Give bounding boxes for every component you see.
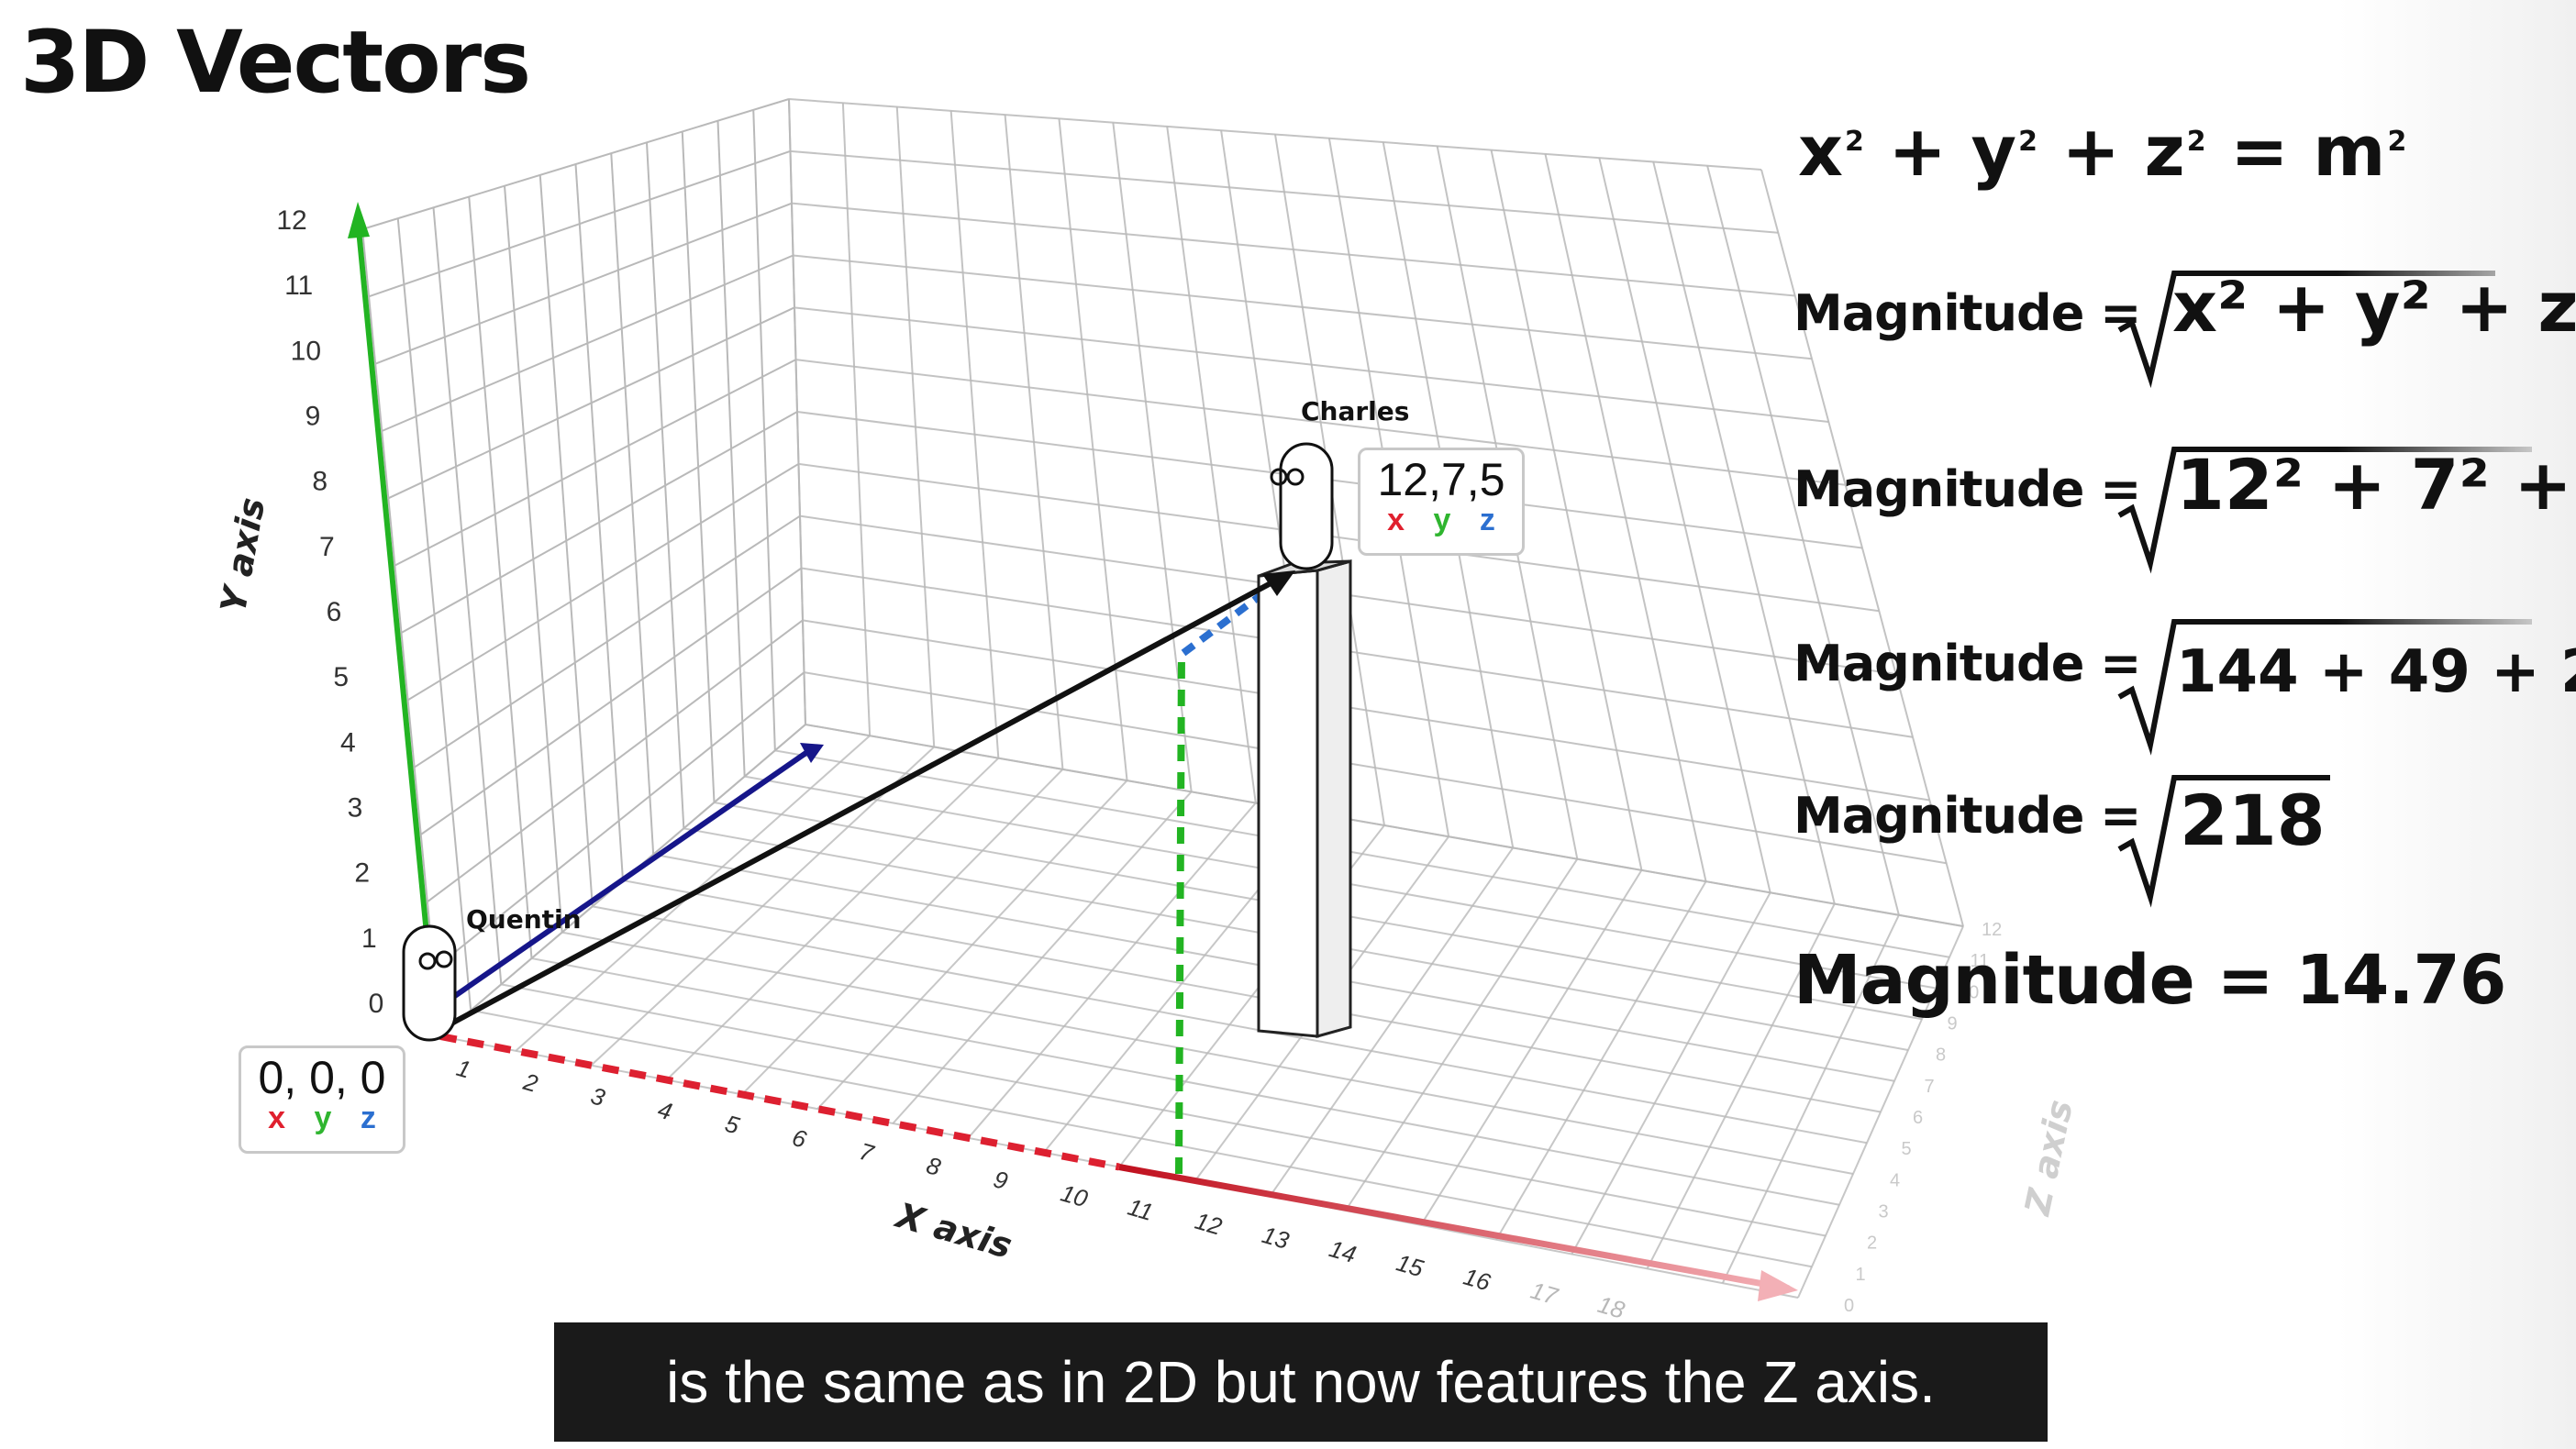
y-tick-label: 8 xyxy=(312,467,328,497)
x-tick-label: 4 xyxy=(655,1095,675,1125)
z-tick-label: 8 xyxy=(1936,1045,1946,1066)
floor-gridline xyxy=(1571,891,1771,1255)
x-tick-label: 9 xyxy=(991,1165,1011,1195)
quentin-character xyxy=(402,924,457,1042)
x-tick-label: 7 xyxy=(856,1137,878,1167)
equation-row-3-radicand: 144 + 49 + 25 xyxy=(2176,638,2576,706)
z-tick-label: 3 xyxy=(1879,1202,1889,1222)
magnitude-formula: x2 + y2 + z2 = m2 xyxy=(1798,110,2407,192)
x-tick-label: 3 xyxy=(588,1081,609,1112)
z-tick-label: 12 xyxy=(1982,920,2002,940)
z-tick-label: 2 xyxy=(1867,1233,1877,1254)
z-tick-label: 6 xyxy=(1913,1108,1923,1128)
x-tick-label: 18 xyxy=(1594,1290,1628,1324)
x-tick-label: 12 xyxy=(1192,1207,1226,1241)
y-tick-label: 7 xyxy=(319,532,335,562)
floor-gridline xyxy=(967,802,1257,1139)
z-direction-vector xyxy=(448,749,809,1002)
floor-gridline xyxy=(1344,858,1579,1211)
back-wall-gridline xyxy=(1544,153,1707,882)
x-tick-label: 5 xyxy=(722,1110,743,1140)
y-tick-label: 6 xyxy=(327,597,342,627)
side-wall-gridline xyxy=(468,196,533,959)
floor-gridline xyxy=(741,769,1064,1096)
charles-character xyxy=(1279,442,1334,570)
pillar-side xyxy=(1316,559,1352,1038)
side-wall-gridline xyxy=(361,228,441,1037)
y-tick-label: 11 xyxy=(284,271,313,301)
origin-coordinate-box: 0, 0, 0 x y z xyxy=(239,1045,405,1154)
back-wall-gridline xyxy=(895,106,936,747)
side-wall-gridline xyxy=(681,131,716,803)
y-tick-label: 4 xyxy=(340,727,356,758)
side-wall-gridline xyxy=(504,185,563,933)
x-tick-label: 1 xyxy=(453,1054,473,1084)
y-tick-label: 9 xyxy=(305,402,321,432)
back-wall-gridline xyxy=(949,110,1000,758)
x-tick-label: 2 xyxy=(520,1067,542,1098)
z-tick-label: 5 xyxy=(1902,1139,1912,1159)
x-tick-label: 11 xyxy=(1125,1193,1156,1226)
grid-canvas: 01234567891011121 2 3 4 5 6 7 8 9 10 11 12 13 14 15 16 1… xyxy=(276,98,2532,1324)
side-wall-gridline xyxy=(432,207,503,985)
x-tick-label: 17 xyxy=(1527,1277,1562,1311)
floor-gridline xyxy=(665,757,1000,1081)
equation-row-1: Magnitude = xyxy=(1793,284,2141,342)
x-tick-label: 14 xyxy=(1327,1234,1360,1268)
origin-coordinates: 0, 0, 0 xyxy=(258,1052,386,1103)
x-tick-label: 13 xyxy=(1259,1221,1293,1255)
equation-row-3: Magnitude = xyxy=(1793,635,2141,692)
origin-axis-letters: x y z xyxy=(268,1100,376,1135)
z-tick-label: 7 xyxy=(1925,1077,1935,1097)
equation-row-2: Magnitude = xyxy=(1793,460,2141,518)
side-wall-gridline xyxy=(716,120,746,777)
x-tick-label: 6 xyxy=(789,1123,810,1154)
y-tick-label: 3 xyxy=(348,793,363,824)
z-tick-label: 1 xyxy=(1856,1265,1866,1285)
y-component-dashed xyxy=(1175,650,1185,1175)
side-wall-gridline xyxy=(396,218,472,1011)
back-wall-gridline xyxy=(1004,115,1064,769)
side-wall-gridline xyxy=(646,142,685,829)
y-tick-label: 10 xyxy=(291,336,321,366)
quentin-label: Quentin xyxy=(466,904,582,935)
equation-row-1-radicand: x² + y² + z² xyxy=(2172,266,2576,348)
y-tick-label: 0 xyxy=(369,989,384,1019)
equation-row-4-radicand: 218 xyxy=(2180,780,2326,861)
y-tick-label: 1 xyxy=(361,924,377,954)
magnitude-result: Magnitude = 14.76 xyxy=(1793,941,2506,1020)
y-tick-label: 12 xyxy=(276,205,306,236)
right-fade-panel xyxy=(2337,0,2576,1449)
magnitude-vector xyxy=(450,573,1286,1026)
pillar-front xyxy=(1257,569,1319,1038)
charles-coordinate-box: 12,7,5 x y z xyxy=(1358,448,1525,556)
page-title: 3D Vectors xyxy=(20,13,531,113)
y-tick-label: 2 xyxy=(354,858,370,889)
x-tick-label: 10 xyxy=(1058,1179,1092,1213)
y-tick-label: 5 xyxy=(333,662,349,692)
z-tick-label: 4 xyxy=(1890,1170,1900,1190)
charles-coordinates: 12,7,5 xyxy=(1377,454,1505,505)
equation-row-2-radicand: 12² + 7² + 5² xyxy=(2176,444,2576,525)
x-tick-label: 15 xyxy=(1393,1248,1427,1282)
charles-axis-letters: x y z xyxy=(1387,502,1495,537)
caption-subtitle: is the same as in 2D but now features th… xyxy=(554,1322,2048,1442)
equation-row-4: Magnitude = xyxy=(1793,787,2141,845)
back-wall-gridline xyxy=(841,103,872,736)
x-tick-label: 8 xyxy=(924,1151,945,1181)
z-tick-label: 0 xyxy=(1844,1296,1854,1316)
diagram-stage: 0 1 2 3 4 5 6 7 8 9 10 11 12 1 2 3 4 5 6 7 8 9 10 11 12 13 14 15 16 1… xyxy=(0,0,2576,1449)
x-tick-label: 16 xyxy=(1460,1263,1494,1297)
charles-label: Charles xyxy=(1301,396,1410,426)
y-axis-arrowhead xyxy=(348,202,370,238)
